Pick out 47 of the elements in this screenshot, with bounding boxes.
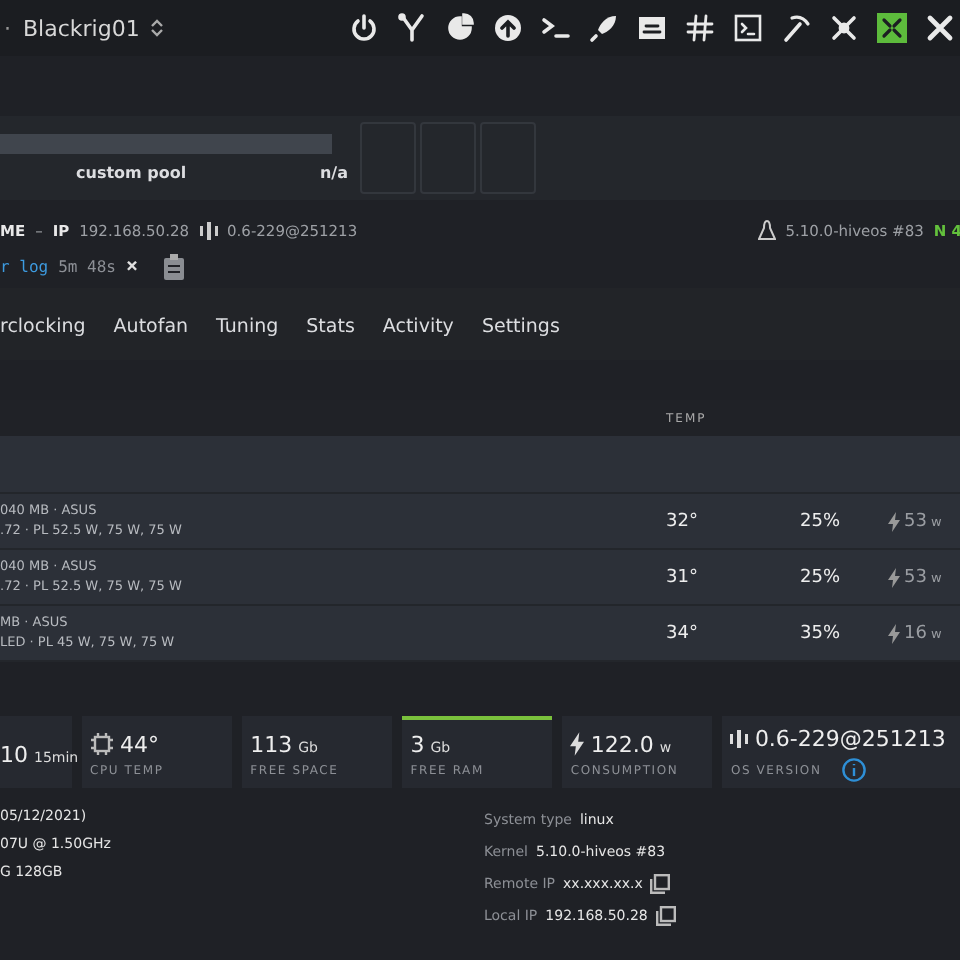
toolbar-pie-icon[interactable] [442, 11, 476, 45]
gpu-temp: 34° [666, 623, 700, 643]
tab[interactable]: rclocking [0, 315, 86, 345]
tab[interactable]: Activity [382, 315, 454, 345]
tab[interactable]: Tuning [216, 315, 279, 345]
fan-speed: 25% [800, 567, 843, 587]
rig-selector[interactable]: Blackrig01 [23, 15, 164, 41]
copy-icon[interactable] [650, 873, 671, 893]
bolt-icon [888, 511, 900, 531]
version-icon [730, 728, 749, 750]
gpu-power: 53 [904, 567, 927, 587]
gpu-temp: 32° [666, 511, 700, 531]
toolbar-upload-icon[interactable] [490, 11, 524, 45]
gpu-power: 16 [904, 623, 927, 643]
version-icon [199, 221, 218, 239]
gpu-temp: 31° [666, 567, 700, 587]
gpu-power: 53 [904, 511, 927, 531]
tab[interactable]: Autofan [113, 315, 189, 345]
copy-icon[interactable] [655, 905, 676, 925]
fan-speed: 35% [800, 623, 843, 643]
clipboard-icon[interactable] [164, 253, 185, 279]
stat-value: 3 [410, 731, 425, 757]
toolbar-hash-icon[interactable] [682, 11, 716, 45]
toolbar-power-icon[interactable] [346, 11, 380, 45]
bolt-icon [570, 732, 585, 756]
toolbar-fork-icon[interactable] [394, 11, 428, 45]
toolbar-pickaxe-icon[interactable] [778, 11, 812, 45]
pool-value: n/a [319, 164, 348, 182]
log-link[interactable]: r log [0, 257, 49, 275]
bolt-icon [888, 567, 900, 587]
pool-name: custom pool [76, 164, 187, 182]
stat-value: 44° [120, 731, 159, 757]
toolbar-console-icon[interactable] [730, 11, 764, 45]
stat-value: 122.0 [590, 731, 654, 757]
tab[interactable]: Settings [481, 315, 560, 345]
stat-value: 10 [0, 741, 28, 767]
bolt-icon [888, 623, 900, 643]
cpu-icon [90, 732, 114, 756]
log-time: 5m 48s [58, 257, 116, 275]
breadcrumb-separator: · [4, 15, 11, 41]
close-button[interactable]: × [126, 255, 139, 277]
chevron-updown-icon [149, 18, 164, 38]
fan-speed: 25% [800, 511, 843, 531]
stat-value: 113 [250, 731, 293, 757]
info-icon[interactable] [841, 758, 866, 782]
stat-value: 0.6-229@251213 [754, 726, 946, 752]
tab[interactable]: Stats [306, 315, 355, 345]
